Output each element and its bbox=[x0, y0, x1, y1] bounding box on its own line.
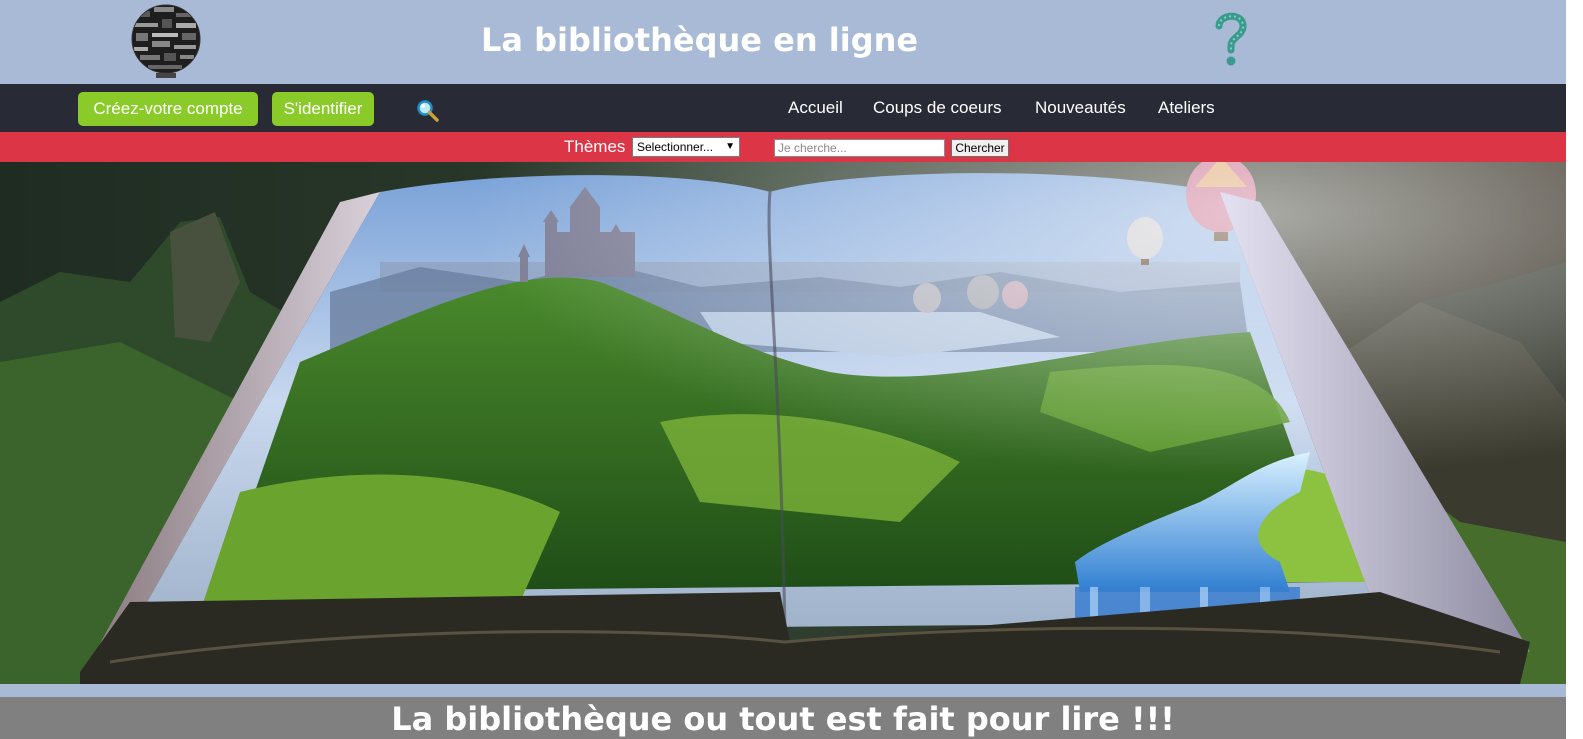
themes-select[interactable]: Selectionner... ▼ bbox=[632, 137, 740, 157]
scrollbar-area[interactable] bbox=[1566, 0, 1583, 739]
question-mark-icon[interactable] bbox=[1211, 10, 1249, 68]
logo-icon[interactable] bbox=[130, 3, 202, 79]
tagline-band: La bibliothèque ou tout est fait pour li… bbox=[0, 697, 1566, 739]
nav-link-ateliers[interactable]: Ateliers bbox=[1158, 84, 1215, 132]
site-header: La bibliothèque en ligne bbox=[0, 0, 1566, 84]
dropdown-arrow-icon: ▼ bbox=[725, 141, 735, 152]
search-bar: Thèmes Selectionner... ▼ Chercher bbox=[0, 132, 1566, 162]
site-title: La bibliothèque en ligne bbox=[481, 21, 919, 59]
page: La bibliothèque en ligne Créez-votre com… bbox=[0, 0, 1583, 739]
themes-select-value: Selectionner... bbox=[637, 140, 714, 154]
login-button[interactable]: S'identifier bbox=[272, 92, 374, 126]
search-button[interactable]: Chercher bbox=[951, 139, 1009, 157]
nav-link-accueil[interactable]: Accueil bbox=[788, 84, 843, 132]
nav-link-coups-de-coeurs[interactable]: Coups de coeurs bbox=[873, 84, 1002, 132]
search-input[interactable] bbox=[774, 139, 945, 157]
magnifier-icon[interactable] bbox=[416, 99, 440, 123]
open-book-landscape-image bbox=[0, 162, 1566, 684]
tagline: La bibliothèque ou tout est fait pour li… bbox=[391, 700, 1175, 738]
create-account-button[interactable]: Créez-votre compte bbox=[78, 92, 258, 126]
separator-band bbox=[0, 684, 1566, 697]
hero-image bbox=[0, 162, 1566, 684]
nav-link-nouveautes[interactable]: Nouveautés bbox=[1035, 84, 1126, 132]
themes-label: Thèmes bbox=[564, 137, 626, 156]
main-nav: Créez-votre compte S'identifier Accueil … bbox=[0, 84, 1566, 132]
